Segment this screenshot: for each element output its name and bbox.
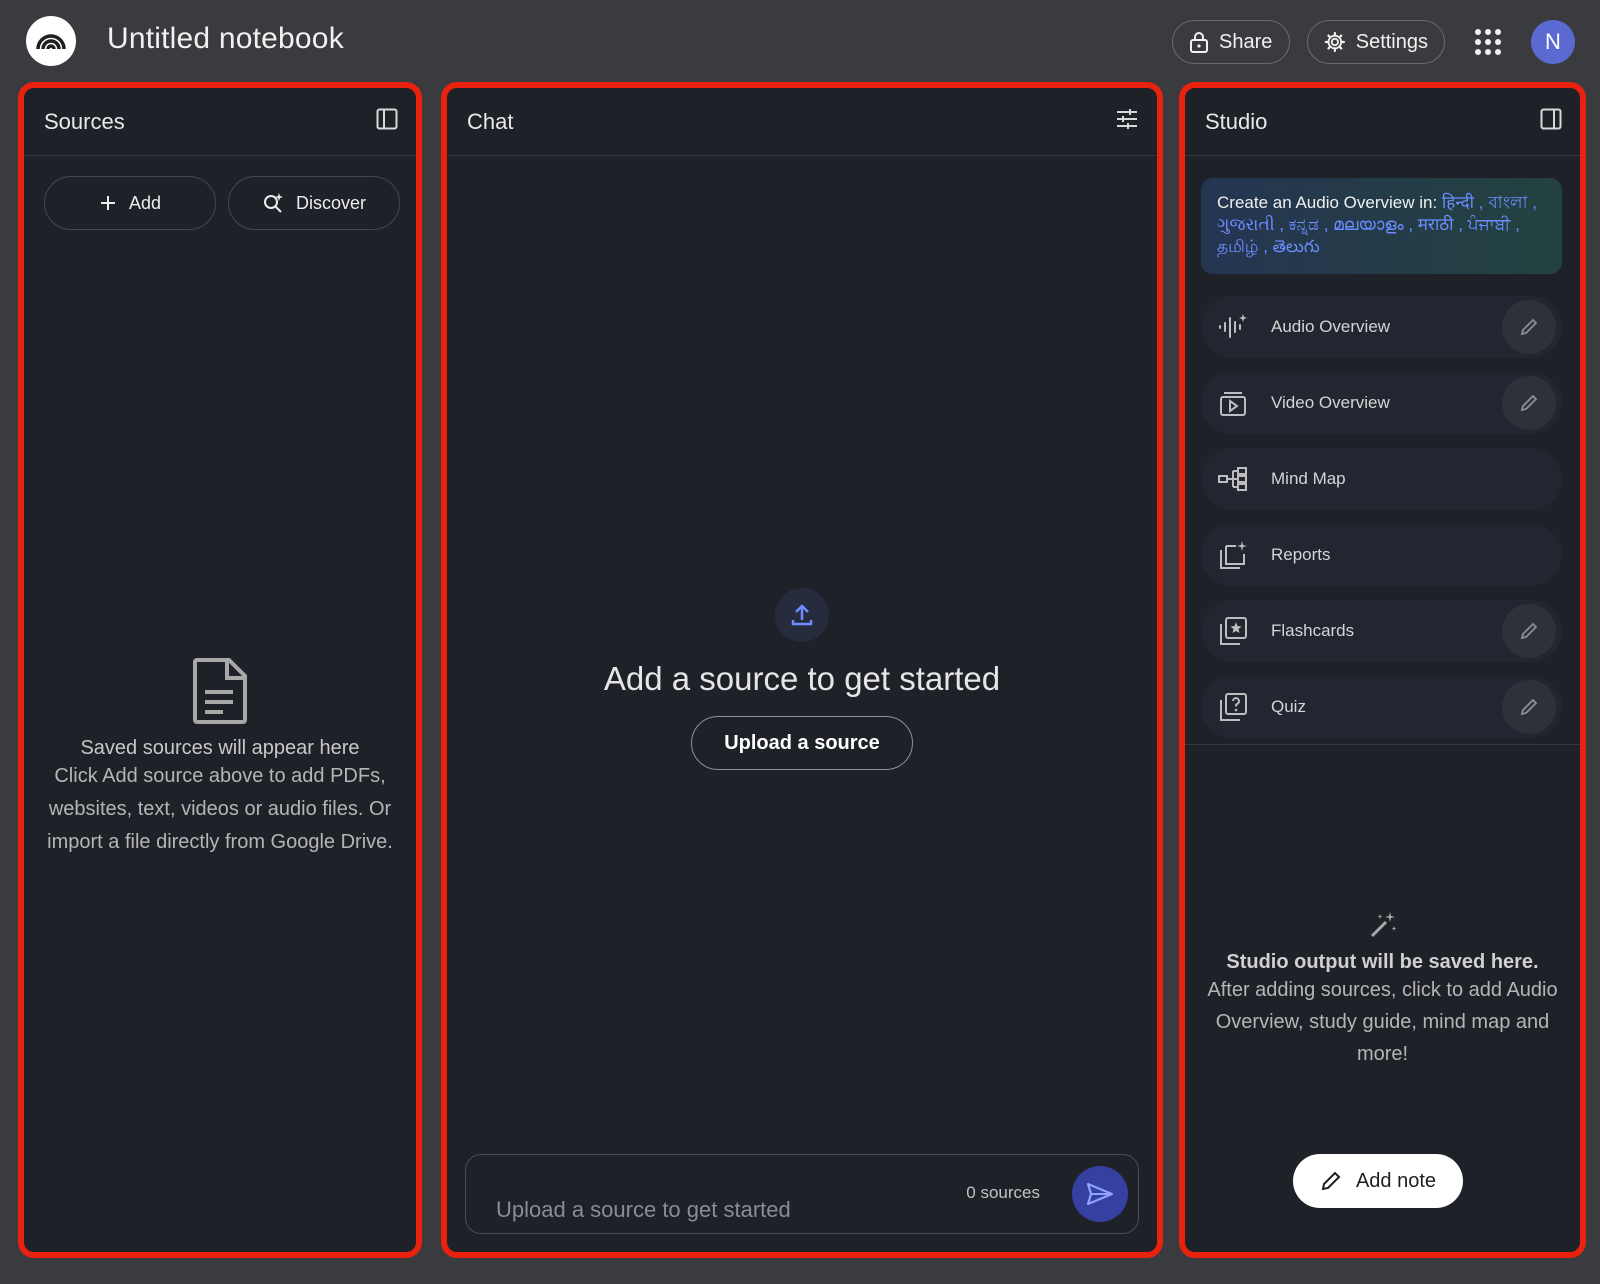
upload-circle bbox=[775, 588, 829, 642]
notebook-title[interactable]: Untitled notebook bbox=[107, 22, 344, 56]
flashcards-tool[interactable]: Flashcards bbox=[1201, 600, 1562, 662]
chat-headline: Add a source to get started bbox=[603, 660, 1001, 697]
apps-grid-icon bbox=[1475, 29, 1501, 55]
apps-grid-button[interactable] bbox=[1472, 26, 1504, 58]
plus-icon bbox=[100, 196, 115, 210]
sources-empty-state: Saved sources will appear here Click Add… bbox=[24, 658, 416, 859]
mind-map-tool[interactable]: Mind Map bbox=[1201, 448, 1562, 510]
top-bar: Untitled notebook Share Settings N bbox=[0, 0, 1600, 80]
panel-toggle-icon bbox=[376, 108, 398, 129]
chat-empty-state: Add a source to get started Upload a sou… bbox=[447, 588, 1157, 770]
sources-empty-text: Click Add source above to add PDFs, webs… bbox=[47, 765, 393, 853]
audio-waveform-icon bbox=[1217, 311, 1249, 343]
audio-overview-tool[interactable]: Audio Overview bbox=[1201, 296, 1562, 358]
source-count: 0 sources bbox=[966, 1183, 1040, 1202]
edit-flashcards-button[interactable] bbox=[1502, 604, 1556, 658]
tool-label: Reports bbox=[1271, 545, 1331, 564]
tool-label: Mind Map bbox=[1271, 469, 1346, 488]
video-play-icon bbox=[1217, 387, 1249, 419]
banner-prefix: Create an Audio Overview in: bbox=[1217, 193, 1438, 212]
sources-empty-title: Saved sources will appear here bbox=[80, 737, 360, 759]
avatar[interactable]: N bbox=[1531, 20, 1575, 64]
document-icon bbox=[193, 658, 247, 724]
pencil-icon bbox=[1520, 698, 1538, 716]
pencil-icon bbox=[1520, 318, 1538, 336]
audio-overview-language-banner: Create an Audio Overview in: हिन्दी , বা… bbox=[1201, 178, 1562, 274]
collapse-sources-button[interactable] bbox=[376, 108, 398, 136]
discover-label: Discover bbox=[295, 192, 366, 213]
chat-title: Chat bbox=[467, 108, 514, 134]
tool-label: Video Overview bbox=[1271, 393, 1390, 412]
reports-icon bbox=[1217, 539, 1249, 571]
studio-title: Studio bbox=[1205, 108, 1268, 134]
mind-map-icon bbox=[1217, 463, 1249, 495]
studio-empty-title: Studio output will be saved here. bbox=[1226, 951, 1539, 973]
pencil-icon bbox=[1520, 622, 1538, 640]
edit-audio-overview-button[interactable] bbox=[1502, 300, 1556, 354]
add-note-button[interactable]: Add note bbox=[1293, 1154, 1463, 1208]
add-source-button[interactable]: Add bbox=[44, 176, 216, 230]
settings-label: Settings bbox=[1355, 30, 1428, 53]
video-overview-tool[interactable]: Video Overview bbox=[1201, 372, 1562, 434]
edit-video-overview-button[interactable] bbox=[1502, 376, 1556, 430]
share-button[interactable]: Share bbox=[1172, 20, 1290, 64]
studio-panel: Studio Create an Audio Overview in: हिन्… bbox=[1179, 82, 1586, 1258]
flashcards-icon bbox=[1217, 615, 1249, 647]
chat-input[interactable]: Upload a source to get started 0 sources bbox=[465, 1154, 1139, 1234]
tool-label: Quiz bbox=[1271, 697, 1306, 716]
logo-icon bbox=[36, 34, 66, 50]
reports-tool[interactable]: Reports bbox=[1201, 524, 1562, 586]
chat-panel: Chat Add a source to get started Upload … bbox=[441, 82, 1163, 1258]
share-label: Share bbox=[1219, 30, 1273, 53]
pencil-icon bbox=[1520, 394, 1538, 412]
studio-tools: Audio Overview Video Overview Mind Map R… bbox=[1185, 274, 1580, 738]
chat-header: Chat bbox=[447, 88, 1157, 156]
studio-header: Studio bbox=[1185, 88, 1580, 156]
pencil-icon bbox=[1321, 1171, 1341, 1191]
sources-title: Sources bbox=[44, 108, 125, 134]
collapse-studio-button[interactable] bbox=[1540, 108, 1562, 136]
gear-icon bbox=[1324, 31, 1346, 53]
chat-settings-button[interactable] bbox=[1115, 108, 1139, 136]
studio-divider bbox=[1185, 744, 1580, 745]
settings-button[interactable]: Settings bbox=[1307, 20, 1445, 64]
tool-label: Flashcards bbox=[1271, 621, 1355, 640]
quiz-tool[interactable]: Quiz bbox=[1201, 676, 1562, 738]
quiz-icon bbox=[1217, 691, 1249, 723]
lock-icon bbox=[1190, 32, 1208, 53]
add-label: Add bbox=[128, 192, 162, 213]
send-button[interactable] bbox=[1072, 1166, 1128, 1222]
send-icon bbox=[1086, 1182, 1114, 1206]
upload-icon bbox=[791, 604, 813, 626]
upload-source-button[interactable]: Upload a source bbox=[691, 716, 913, 770]
notebooklm-logo[interactable] bbox=[26, 16, 76, 66]
panel-toggle-icon bbox=[1540, 108, 1562, 129]
tool-label: Audio Overview bbox=[1271, 317, 1391, 336]
tune-icon bbox=[1117, 108, 1137, 129]
search-sparkle-icon bbox=[263, 193, 283, 213]
edit-quiz-button[interactable] bbox=[1502, 680, 1556, 734]
magic-wand-icon bbox=[1370, 912, 1396, 938]
discover-button[interactable]: Discover bbox=[228, 176, 400, 230]
sources-panel: Sources Add Discover Saved sources will … bbox=[18, 82, 422, 1258]
chat-input-placeholder: Upload a source to get started bbox=[496, 1197, 791, 1222]
sources-header: Sources bbox=[24, 88, 416, 156]
add-note-label: Add note bbox=[1355, 1169, 1437, 1192]
studio-empty-state: Studio output will be saved here. After … bbox=[1185, 910, 1580, 1070]
studio-empty-text: After adding sources, click to add Audio… bbox=[1207, 979, 1558, 1065]
